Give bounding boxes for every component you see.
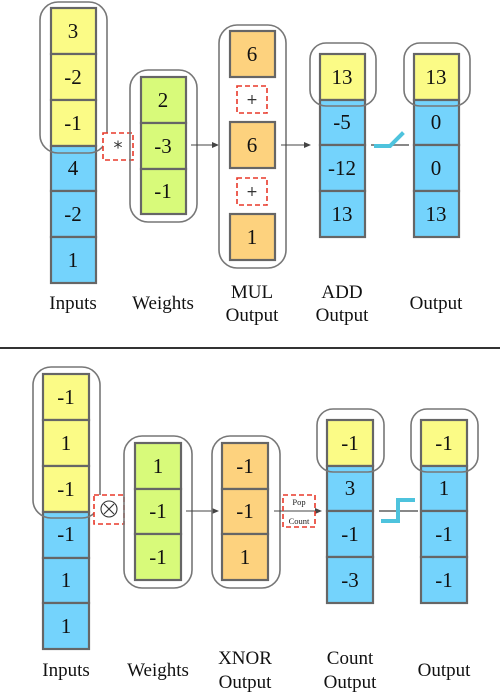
top-panel: 3 -2 -1 4 -2 1 Inputs * 2 -3 -1 Weights (39, 1, 471, 326)
top-input-value: 4 (68, 156, 79, 180)
bottom-weight-value: 1 (153, 454, 164, 478)
bottom-weights-label: Weights (127, 660, 189, 681)
top-add-column: 13 -5 -12 13 ADD Output (309, 42, 377, 326)
bottom-xnor-label-line2: Output (219, 672, 273, 693)
bottom-count-value: -1 (341, 522, 359, 546)
top-input-value: -2 (64, 202, 82, 226)
top-inputs-label: Inputs (49, 293, 97, 314)
bottom-inputs-label: Inputs (42, 660, 90, 681)
bottom-input-value: -1 (57, 477, 75, 501)
top-input-value: -2 (64, 65, 82, 89)
bottom-xnor-value: -1 (236, 499, 254, 523)
bottom-input-value: 1 (61, 568, 72, 592)
bottom-input-value: -1 (57, 385, 75, 409)
bottom-input-value: 1 (61, 431, 72, 455)
top-weight-value: -3 (154, 134, 172, 158)
bottom-count-value: -3 (341, 568, 359, 592)
top-mul-value: 1 (247, 225, 258, 249)
top-output-value: 0 (431, 156, 442, 180)
top-mul-column: 6 6 1 + + MUL Output (218, 24, 287, 326)
bottom-input-value: 1 (61, 614, 72, 638)
top-output-column: 13 0 0 13 Output (403, 42, 471, 314)
bottom-output-value: 1 (439, 476, 450, 500)
bottom-output-value: -1 (435, 522, 453, 546)
top-mul-value: 6 (247, 42, 258, 66)
bottom-xnor-value: 1 (240, 545, 251, 569)
bottom-weight-value: -1 (149, 545, 167, 569)
top-output-value: 13 (426, 202, 447, 226)
popcount-label-line1: Pop (292, 497, 305, 507)
top-weights-column: 2 -3 -1 Weights (129, 69, 198, 314)
top-input-value: 3 (68, 19, 79, 43)
plus-icon: + (246, 184, 258, 200)
top-input-value: 1 (68, 248, 79, 272)
plus-icon: + (246, 92, 258, 108)
bottom-panel: -1 1 -1 -1 1 1 Inputs 1 -1 -1 Weights -1… (32, 366, 479, 693)
bottom-output-value: -1 (435, 431, 453, 455)
bottom-count-column: -1 3 -1 -3 Count Output (316, 408, 385, 693)
top-output-value: 13 (426, 65, 447, 89)
top-input-value: -1 (64, 111, 82, 135)
arrow-head-icon (212, 142, 219, 148)
multiply-icon: * (114, 138, 123, 159)
bottom-xnor-label-line1: XNOR (218, 648, 272, 669)
bottom-weight-value: -1 (149, 499, 167, 523)
bottom-xnor-value: -1 (236, 454, 254, 478)
top-add-value: -12 (328, 156, 356, 180)
bottom-weights-column: 1 -1 -1 Weights (123, 435, 193, 681)
top-weight-value: -1 (154, 179, 172, 203)
top-add-value: -5 (333, 110, 351, 134)
top-output-label: Output (410, 293, 464, 314)
top-add-value: 13 (332, 65, 353, 89)
top-mul-label-line1: MUL (231, 282, 273, 303)
bottom-input-value: -1 (57, 522, 75, 546)
top-mul-value: 6 (247, 133, 258, 157)
top-weight-value: 2 (158, 88, 169, 112)
arrow-head-icon (212, 508, 219, 514)
arrow-head-icon (304, 142, 311, 148)
top-mul-label-line2: Output (226, 305, 280, 326)
bottom-count-label-line1: Count (327, 648, 374, 669)
bottom-count-value: -1 (341, 431, 359, 455)
top-weights-label: Weights (132, 293, 194, 314)
top-add-value: 13 (332, 202, 353, 226)
bottom-output-column: -1 1 -1 -1 Output (410, 408, 479, 681)
bottom-count-label-line2: Output (324, 672, 378, 693)
popcount-label-line2: Count (289, 516, 310, 526)
bottom-output-label: Output (418, 660, 472, 681)
neuron-diagram: 3 -2 -1 4 -2 1 Inputs * 2 -3 -1 Weights (0, 1, 500, 693)
bottom-count-value: 3 (345, 476, 356, 500)
bottom-inputs-column: -1 1 -1 -1 1 1 Inputs (32, 366, 101, 681)
top-output-value: 0 (431, 110, 442, 134)
top-add-label-line2: Output (316, 305, 370, 326)
top-inputs-column: 3 -2 -1 4 -2 1 Inputs (39, 1, 108, 314)
bottom-xnor-column: -1 -1 1 XNOR Output (211, 435, 281, 693)
arrow-head-icon (315, 508, 322, 514)
bottom-output-value: -1 (435, 568, 453, 592)
top-add-label-line1: ADD (321, 282, 362, 303)
